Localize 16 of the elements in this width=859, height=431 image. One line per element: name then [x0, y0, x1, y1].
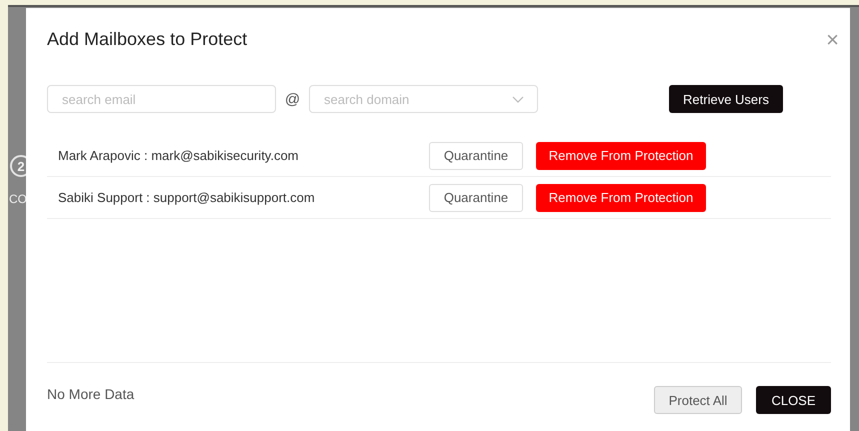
remove-from-protection-button[interactable]: Remove From Protection	[536, 184, 706, 212]
dialog-title: Add Mailboxes to Protect	[47, 29, 248, 50]
domain-select[interactable]: search domain	[309, 85, 538, 113]
retrieve-users-button[interactable]: Retrieve Users	[669, 85, 783, 113]
protect-all-button[interactable]: Protect All	[654, 386, 742, 414]
chevron-down-icon	[512, 96, 524, 103]
email-search-field[interactable]: search email	[47, 85, 276, 113]
user-entry: Sabiki Support : support@sabikisupport.com	[58, 190, 316, 205]
at-sign: @	[284, 90, 302, 108]
step-label: CO	[9, 192, 27, 206]
quarantine-button[interactable]: Quarantine	[429, 142, 523, 170]
user-entry: Mark Arapovic : mark@sabikisecurity.com	[58, 148, 300, 163]
status-text: No More Data	[47, 386, 136, 402]
remove-from-protection-button[interactable]: Remove From Protection	[536, 142, 706, 170]
quarantine-button[interactable]: Quarantine	[429, 184, 523, 212]
close-button[interactable]: CLOSE	[756, 386, 831, 414]
